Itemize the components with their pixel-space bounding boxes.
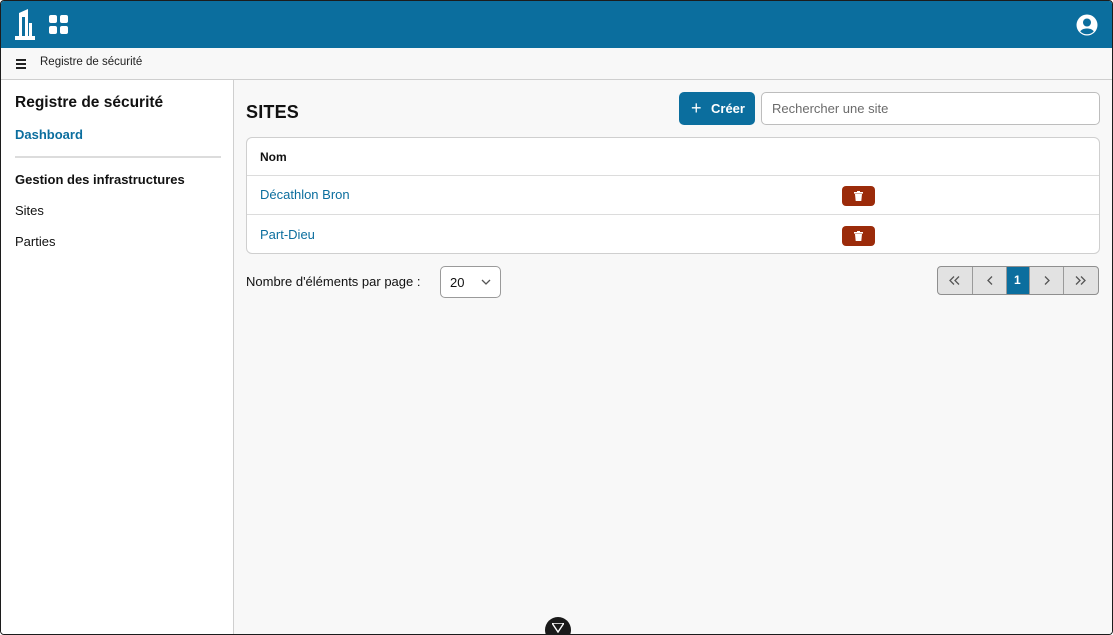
plus-icon: + [691,98,702,118]
sidebar-item-dashboard[interactable]: Dashboard [15,127,83,142]
site-link[interactable]: Part-Dieu [260,227,315,242]
sites-table: Nom Décathlon Bron Part-Dieu [246,137,1100,254]
hamburger-menu-icon[interactable] [16,59,26,69]
site-link[interactable]: Décathlon Bron [260,187,350,202]
table-row: Part-Dieu [247,216,1099,253]
pagination: 1 [937,266,1099,295]
apps-grid-icon[interactable] [49,15,69,35]
per-page-select[interactable]: 20 [440,266,501,298]
user-account-icon[interactable] [1076,14,1098,36]
chevron-down-icon [481,279,491,285]
sidebar-title: Registre de sécurité [15,94,164,111]
sidebar-item-parties[interactable]: Parties [15,234,55,249]
current-page-number: 1 [1014,273,1021,287]
table-header: Nom [247,138,1099,176]
trash-icon [854,191,863,201]
chevron-left-icon [987,276,993,285]
first-page-button[interactable] [938,267,973,294]
breadcrumb: Registre de sécurité [40,56,143,68]
breadcrumb-bar: Registre de sécurité [1,48,1112,80]
building-logo-icon[interactable] [14,9,36,41]
trash-icon [854,231,863,241]
previous-page-button[interactable] [973,267,1007,294]
main-content: SITES + Créer Nom Décathlon Bron [234,80,1112,634]
sidebar-section-title: Gestion des infrastructures [15,172,185,187]
double-chevron-right-icon [1075,276,1086,285]
last-page-button[interactable] [1064,267,1098,294]
next-page-button[interactable] [1030,267,1064,294]
chevron-right-icon [1044,276,1050,285]
sidebar-item-sites[interactable]: Sites [15,203,44,218]
per-page-value: 20 [450,275,465,290]
chevron-down-icon [552,623,564,633]
table-row: Décathlon Bron [247,176,1099,215]
page-title: SITES [246,102,300,122]
search-input[interactable] [761,92,1100,125]
double-chevron-left-icon [949,276,960,285]
per-page-label: Nombre d'éléments par page : [246,274,421,289]
app-window: Registre de sécurité Registre de sécurit… [0,0,1113,635]
create-button-label: Créer [711,101,745,116]
delete-button[interactable] [842,186,875,206]
page-button-current[interactable]: 1 [1007,267,1030,294]
column-header-nom: Nom [260,150,287,164]
create-button[interactable]: + Créer [679,92,755,125]
top-header [1,1,1112,48]
sidebar: Registre de sécurité Dashboard Gestion d… [1,80,234,634]
delete-button[interactable] [842,226,875,246]
sidebar-divider [15,156,221,158]
